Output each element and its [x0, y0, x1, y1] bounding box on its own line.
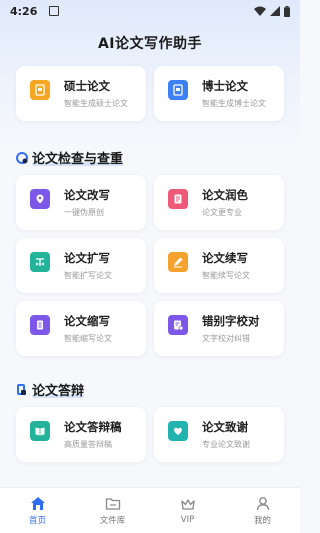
tab-label: 首页: [28, 515, 46, 526]
continue-icon: [168, 252, 188, 272]
status-time: 4:26: [10, 4, 38, 18]
section-marker-icon: [17, 383, 26, 395]
card-title: 论文答辩稿: [64, 420, 122, 434]
card-title: 错别字校对: [202, 314, 260, 328]
section-heading-check: 论文检查与查重: [16, 148, 124, 167]
battery-icon: [284, 5, 290, 17]
card-polish[interactable]: 论文润色 论文更专业: [154, 175, 284, 230]
tab-home[interactable]: 首页: [0, 488, 75, 533]
section-heading-defense: 论文答辩: [16, 380, 85, 399]
defense-script-icon: [30, 421, 50, 441]
card-acknowledgement[interactable]: 论文致谢 专业论文致谢: [154, 407, 284, 462]
card-subtitle: 智能缩写论文: [64, 334, 112, 343]
card-subtitle: 智能生成博士论文: [202, 99, 266, 108]
card-doctor-thesis[interactable]: 博士论文 智能生成博士论文: [154, 66, 284, 121]
card-subtitle: 一键伪原创: [64, 208, 104, 217]
tab-label: 我的: [253, 515, 271, 526]
status-bar: 4:26: [0, 0, 300, 22]
rewrite-icon: [30, 189, 50, 209]
card-expand[interactable]: 论文扩写 智能扩写论文: [16, 238, 146, 293]
card-subtitle: 智能续写论文: [202, 271, 250, 280]
abbreviate-icon: [30, 315, 50, 335]
doctor-thesis-icon: [168, 80, 188, 100]
card-title: 硕士论文: [64, 79, 110, 93]
card-title: 论文改写: [64, 188, 110, 202]
card-defense-script[interactable]: 论文答辩稿 高质量答辩稿: [16, 407, 146, 462]
card-master-thesis[interactable]: 硕士论文 智能生成硕士论文: [16, 66, 146, 121]
card-title: 论文续写: [202, 251, 248, 265]
tab-vip[interactable]: VIP: [150, 488, 225, 533]
card-subtitle: 专业论文致谢: [202, 440, 250, 449]
card-subtitle: 论文更专业: [202, 208, 242, 217]
tab-profile[interactable]: 我的: [225, 488, 300, 533]
master-thesis-icon: [30, 80, 50, 100]
signal-icon: [270, 6, 280, 16]
card-proofread[interactable]: 错别字校对 文字校对纠错: [154, 301, 284, 356]
card-title: 论文致谢: [202, 420, 248, 434]
proofread-icon: [168, 315, 188, 335]
card-subtitle: 文字校对纠错: [202, 334, 250, 343]
card-subtitle: 智能扩写论文: [64, 271, 112, 280]
section-title: 论文检查与查重: [32, 148, 124, 167]
acknowledgement-icon: [168, 421, 188, 441]
card-title: 博士论文: [202, 79, 248, 93]
home-icon: [30, 496, 45, 510]
expand-icon: [30, 252, 50, 272]
status-icons: [254, 5, 290, 17]
card-subtitle: 高质量答辩稿: [64, 440, 112, 449]
card-title: 论文扩写: [64, 251, 110, 265]
section-title: 论文答辩: [32, 380, 85, 399]
section-marker-icon: [16, 151, 28, 164]
tab-label: 文件库: [99, 515, 126, 526]
card-title: 论文缩写: [64, 314, 110, 328]
crown-icon: [180, 498, 195, 510]
card-rewrite[interactable]: 论文改写 一键伪原创: [16, 175, 146, 230]
card-title: 论文润色: [202, 188, 248, 202]
gallery-notification-icon: [49, 6, 60, 16]
card-continue[interactable]: 论文续写 智能续写论文: [154, 238, 284, 293]
card-subtitle: 智能生成硕士论文: [64, 99, 128, 108]
page-title: AI论文写作助手: [97, 36, 203, 52]
card-abbreviate[interactable]: 论文缩写 智能缩写论文: [16, 301, 146, 356]
user-icon: [256, 496, 269, 510]
folder-icon: [105, 497, 120, 510]
bottom-tab-bar: 首页 文件库 VIP 我的: [0, 487, 300, 533]
polish-icon: [168, 189, 188, 209]
tab-label: VIP: [180, 514, 195, 525]
tab-file-library[interactable]: 文件库: [75, 488, 150, 533]
wifi-icon: [254, 6, 266, 16]
